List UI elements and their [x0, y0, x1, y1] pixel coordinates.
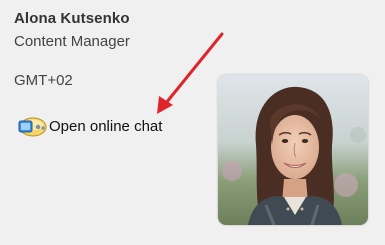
chat-bubble-icon: [16, 114, 48, 138]
contact-timezone: GMT+02: [14, 72, 73, 89]
contact-card: Alona Kutsenko Content Manager GMT+02 Op…: [0, 0, 385, 245]
open-chat-label: Open online chat: [49, 117, 163, 135]
contact-photo: [218, 75, 368, 225]
contact-role: Content Manager: [14, 33, 130, 50]
contact-name: Alona Kutsenko: [14, 10, 130, 27]
open-chat-link[interactable]: Open online chat: [16, 114, 162, 138]
